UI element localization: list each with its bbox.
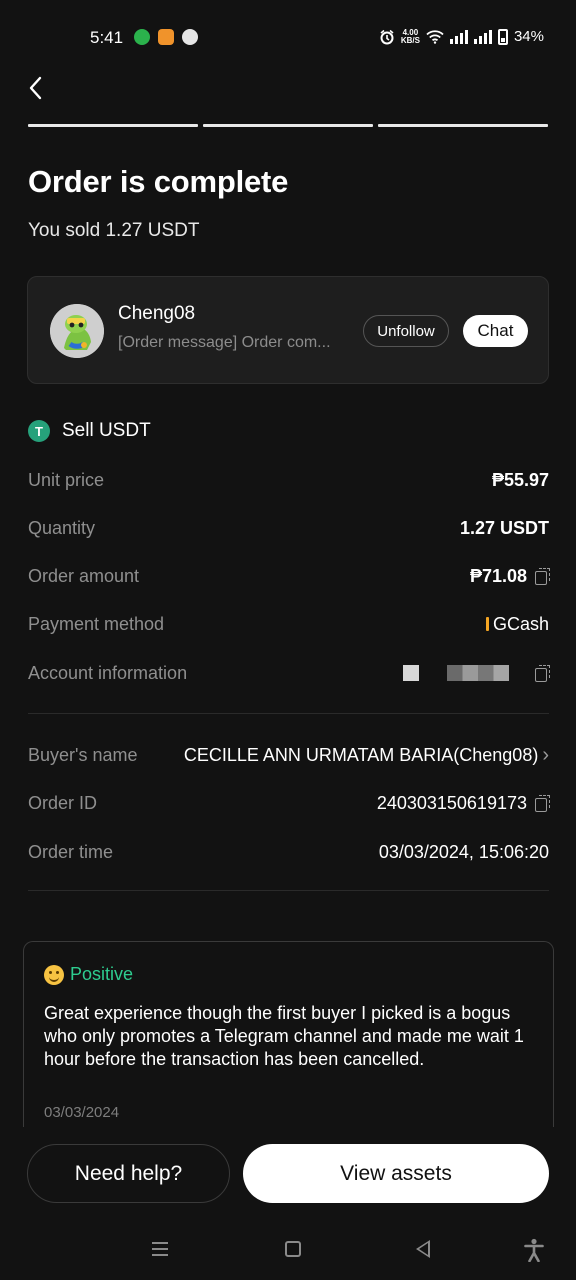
progress-step bbox=[203, 124, 373, 127]
order-id-text: 240303150619173 bbox=[376, 792, 527, 813]
detail-label: Buyer's name bbox=[28, 744, 138, 765]
quantity-text: 1.27 USDT bbox=[459, 517, 549, 538]
back-button[interactable] bbox=[20, 70, 50, 106]
detail-row-buyer-name[interactable]: Buyer's name CECILLE ANN URMATAM BARIA(C… bbox=[28, 741, 549, 769]
detail-label: Order ID bbox=[28, 792, 98, 813]
detail-label: Order time bbox=[28, 841, 114, 862]
battery-icon bbox=[497, 28, 508, 45]
signal-icon bbox=[473, 29, 492, 44]
order-amount-text: ₱71.08 bbox=[469, 565, 527, 586]
detail-label: Order amount bbox=[28, 565, 140, 586]
notification-icons bbox=[134, 29, 198, 45]
recent-apps-icon[interactable] bbox=[152, 1242, 168, 1256]
chevron-left-icon bbox=[29, 76, 42, 100]
detail-label: Quantity bbox=[28, 517, 96, 538]
avatar[interactable] bbox=[50, 304, 104, 358]
status-time: 5:41 bbox=[90, 28, 124, 47]
home-icon[interactable] bbox=[285, 1241, 301, 1257]
unit-price-text: ₱55.97 bbox=[491, 469, 549, 490]
review-card: Positive Great experience though the fir… bbox=[23, 941, 554, 1141]
detail-label: Account information bbox=[28, 662, 188, 683]
review-text: Great experience though the first buyer … bbox=[44, 1003, 524, 1069]
progress-step bbox=[378, 124, 548, 127]
order-amount-value: ₱71.08 bbox=[469, 565, 550, 587]
last-message-preview[interactable]: [Order message] Order com... bbox=[118, 334, 348, 352]
avatar-image bbox=[50, 304, 104, 358]
buyer-name-text: CECILLE ANN URMATAM BARIA(Cheng08) bbox=[183, 744, 539, 765]
net-speed-unit: KB/S bbox=[400, 35, 420, 45]
chevron-right-icon: › bbox=[542, 743, 549, 766]
back-icon[interactable] bbox=[416, 1240, 430, 1258]
copy-icon[interactable] bbox=[535, 665, 550, 682]
chat-button[interactable]: Chat bbox=[463, 315, 528, 347]
unit-price-value: ₱55.97 bbox=[492, 470, 549, 491]
accessibility-icon[interactable] bbox=[524, 1238, 544, 1262]
page-title: Order is complete bbox=[28, 164, 289, 199]
order-time-value: 03/03/2024, 15:06:20 bbox=[378, 841, 549, 862]
divider bbox=[28, 890, 549, 891]
redacted-account-info bbox=[403, 665, 509, 681]
detail-row-account-info: Account information bbox=[28, 659, 550, 687]
buyer-name-value: CECILLE ANN URMATAM BARIA(Cheng08) › bbox=[184, 744, 549, 767]
detail-label: Payment method bbox=[28, 613, 165, 634]
progress-step bbox=[28, 124, 198, 127]
battery-level: 34% bbox=[513, 28, 544, 45]
order-summary: You sold 1.27 USDT bbox=[28, 220, 200, 241]
detail-row-order-id: Order ID 240303150619173 bbox=[28, 789, 550, 817]
tether-icon: T bbox=[28, 420, 50, 442]
app-notification-icon bbox=[158, 29, 174, 45]
review-date: 03/03/2024 bbox=[44, 1104, 120, 1121]
wifi-icon bbox=[426, 29, 444, 44]
signal-icon bbox=[449, 29, 468, 44]
view-assets-button[interactable]: View assets bbox=[243, 1144, 549, 1203]
counterparty-card: Cheng08 [Order message] Order com... Unf… bbox=[27, 276, 549, 384]
payment-marker-icon bbox=[485, 617, 489, 631]
smile-icon bbox=[44, 964, 64, 985]
status-bar: 5:41 4.00 KB/S 34% bbox=[0, 0, 576, 76]
detail-row-order-amount: Order amount ₱71.08 bbox=[28, 562, 550, 590]
copy-icon[interactable] bbox=[535, 795, 550, 812]
detail-row-payment-method: Payment method GCash bbox=[28, 610, 549, 638]
app-notification-icon bbox=[182, 29, 198, 45]
payment-method-value: GCash bbox=[485, 613, 549, 635]
order-progress bbox=[28, 124, 548, 127]
order-side: T Sell USDT bbox=[28, 420, 151, 442]
network-speed: 4.00 KB/S bbox=[400, 28, 420, 45]
order-id-value: 240303150619173 bbox=[376, 792, 550, 814]
divider bbox=[28, 713, 549, 714]
detail-row-quantity: Quantity 1.27 USDT bbox=[28, 514, 549, 542]
review-rating: Positive bbox=[70, 964, 134, 984]
system-nav-bar bbox=[0, 1222, 576, 1280]
need-help-button[interactable]: Need help? bbox=[27, 1144, 230, 1203]
counterparty-name[interactable]: Cheng08 bbox=[118, 303, 195, 325]
unfollow-button[interactable]: Unfollow bbox=[363, 315, 449, 347]
quantity-value: 1.27 USDT bbox=[460, 518, 549, 539]
detail-label: Unit price bbox=[28, 469, 105, 490]
status-indicators: 4.00 KB/S 34% bbox=[379, 28, 544, 45]
detail-row-unit-price: Unit price ₱55.97 bbox=[28, 466, 549, 494]
payment-method-text: GCash bbox=[492, 613, 549, 634]
review-header: Positive bbox=[44, 964, 133, 985]
copy-icon[interactable] bbox=[535, 568, 550, 585]
alarm-icon bbox=[380, 29, 394, 44]
order-side-label: Sell USDT bbox=[62, 420, 151, 441]
app-notification-icon bbox=[134, 29, 150, 45]
account-info-value bbox=[403, 665, 550, 682]
detail-row-order-time: Order time 03/03/2024, 15:06:20 bbox=[28, 838, 549, 866]
